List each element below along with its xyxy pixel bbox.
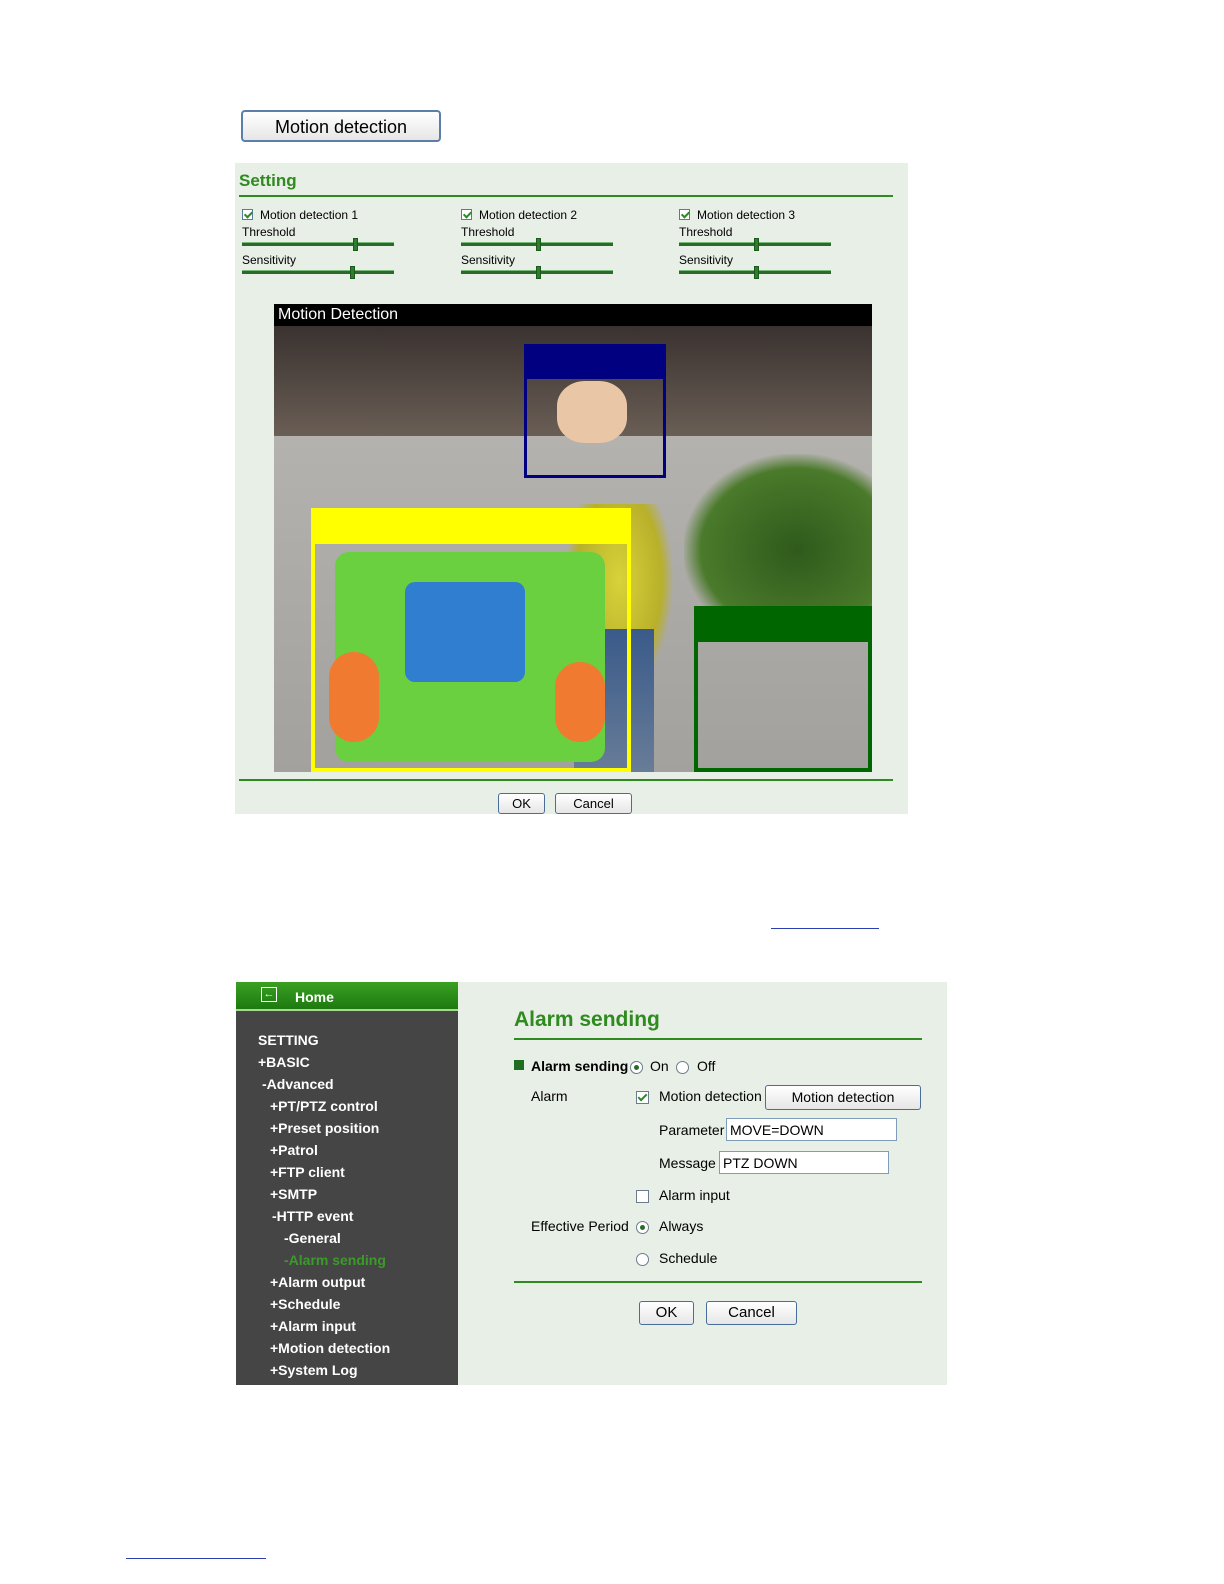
motion-detection-checkbox[interactable] xyxy=(636,1091,649,1104)
alarm-sending-panel: Alarm sending Alarm sending On Off Alarm… xyxy=(458,982,947,1385)
alarm-input-checkbox[interactable] xyxy=(636,1190,649,1203)
page-title: Alarm sending xyxy=(514,1008,660,1031)
scene-wheel xyxy=(555,662,605,742)
motion-region-3[interactable] xyxy=(694,606,872,772)
alarm-label: Alarm xyxy=(531,1088,568,1104)
sidebar-item-basic[interactable]: +BASIC xyxy=(258,1054,310,1070)
slider-thumb[interactable] xyxy=(536,238,541,251)
threshold-label: Threshold xyxy=(242,225,296,239)
parameter-input[interactable] xyxy=(726,1118,897,1141)
sidebar-item-alarm-output[interactable]: +Alarm output xyxy=(270,1274,365,1290)
region-3-header[interactable] xyxy=(695,607,871,642)
sidebar-item-setting: SETTING xyxy=(258,1032,319,1048)
alarm-off-label: Off xyxy=(697,1058,716,1074)
motion-detection-3-group: Motion detection 3 Threshold Sensitivity xyxy=(677,207,837,287)
motion-detection-2-label: Motion detection 2 xyxy=(479,208,578,222)
motion-region-2[interactable] xyxy=(524,344,666,478)
sensitivity-label: Sensitivity xyxy=(242,253,297,267)
motion-region-1[interactable] xyxy=(311,508,631,772)
scene-wheel xyxy=(329,652,379,742)
slider-thumb[interactable] xyxy=(353,238,358,251)
alarm-input-label: Alarm input xyxy=(659,1187,730,1203)
effective-period-label: Effective Period xyxy=(531,1218,629,1234)
always-radio[interactable] xyxy=(636,1221,649,1234)
sidebar-item-smtp[interactable]: +SMTP xyxy=(270,1186,317,1202)
sidebar-item-pt-ptz-control[interactable]: +PT/PTZ control xyxy=(270,1098,378,1114)
scene-toy-panel xyxy=(405,582,525,682)
slider-thumb[interactable] xyxy=(754,238,759,251)
setting-title: Setting xyxy=(239,171,297,190)
cancel-button[interactable]: Cancel xyxy=(555,793,632,814)
sensitivity-label: Sensitivity xyxy=(461,253,516,267)
motion-detection-3-checkbox[interactable] xyxy=(679,209,690,220)
schedule-radio[interactable] xyxy=(636,1253,649,1266)
cancel-button[interactable]: Cancel xyxy=(706,1301,797,1325)
slider-thumb[interactable] xyxy=(350,266,355,279)
sidebar-item-preset-position[interactable]: +Preset position xyxy=(270,1120,379,1136)
alarm-on-radio[interactable] xyxy=(630,1061,643,1074)
divider xyxy=(239,779,893,781)
sidebar-item-advanced[interactable]: -Advanced xyxy=(262,1076,334,1092)
sensitivity-slider-3[interactable] xyxy=(679,266,831,279)
alarm-on-label: On xyxy=(650,1058,669,1074)
region-2-header[interactable] xyxy=(524,344,666,379)
sidebar-item-ftp-client[interactable]: +FTP client xyxy=(270,1164,345,1180)
sidebar-item-schedule[interactable]: +Schedule xyxy=(270,1296,340,1312)
divider xyxy=(239,195,893,197)
threshold-slider-3[interactable] xyxy=(679,238,831,251)
threshold-slider-2[interactable] xyxy=(461,238,613,251)
threshold-label: Threshold xyxy=(461,225,515,239)
message-label: Message xyxy=(659,1155,716,1171)
slider-thumb[interactable] xyxy=(754,266,759,279)
bullet-square-icon xyxy=(514,1060,524,1070)
always-label: Always xyxy=(659,1218,704,1234)
region-1-header[interactable] xyxy=(312,509,630,544)
motion-detection-video: Motion Detection xyxy=(274,304,872,772)
settings-sidebar: ← Home SETTING +BASIC -Advanced +PT/PTZ … xyxy=(236,982,458,1385)
sensitivity-slider-1[interactable] xyxy=(242,266,394,279)
alarm-off-radio[interactable] xyxy=(676,1061,689,1074)
sidebar-item-patrol[interactable]: +Patrol xyxy=(270,1142,318,1158)
back-arrow-icon[interactable]: ← xyxy=(261,987,277,1002)
hyperlink-underline[interactable] xyxy=(771,928,879,929)
sidebar-item-general[interactable]: -General xyxy=(284,1230,341,1246)
ok-button[interactable]: OK xyxy=(639,1301,694,1325)
motion-detection-settings-button[interactable]: Motion detection xyxy=(765,1085,921,1110)
parameter-label: Parameter xyxy=(659,1122,725,1138)
sidebar-item-alarm-input[interactable]: +Alarm input xyxy=(270,1318,356,1334)
motion-detection-1-checkbox[interactable] xyxy=(242,209,253,220)
motion-detection-button[interactable]: Motion detection xyxy=(241,110,441,142)
ok-button[interactable]: OK xyxy=(498,793,545,814)
motion-detection-2-group: Motion detection 2 Threshold Sensitivity xyxy=(459,207,619,287)
sidebar-item-motion-detection[interactable]: +Motion detection xyxy=(270,1340,390,1356)
schedule-label: Schedule xyxy=(659,1250,718,1266)
sensitivity-slider-2[interactable] xyxy=(461,266,613,279)
home-link[interactable]: Home xyxy=(295,989,334,1005)
threshold-label: Threshold xyxy=(679,225,733,239)
sidebar-item-http-event[interactable]: -HTTP event xyxy=(272,1208,353,1224)
alarm-sending-label: Alarm sending xyxy=(531,1058,629,1074)
video-title: Motion Detection xyxy=(274,304,872,326)
sensitivity-label: Sensitivity xyxy=(679,253,734,267)
scene-child-face xyxy=(557,381,627,443)
threshold-slider-1[interactable] xyxy=(242,238,394,251)
motion-detection-label: Motion detection xyxy=(659,1088,762,1104)
scene-plants xyxy=(684,454,872,614)
hyperlink-underline[interactable] xyxy=(126,1558,266,1559)
motion-detection-1-group: Motion detection 1 Threshold Sensitivity xyxy=(240,207,400,287)
motion-setting-panel: Setting Motion detection 1 Threshold Sen… xyxy=(235,163,908,814)
sidebar-item-system-log[interactable]: +System Log xyxy=(270,1362,358,1378)
motion-detection-2-checkbox[interactable] xyxy=(461,209,472,220)
home-bar[interactable]: ← Home xyxy=(236,982,458,1011)
slider-thumb[interactable] xyxy=(536,266,541,279)
message-input[interactable] xyxy=(719,1151,889,1174)
sidebar-item-alarm-sending[interactable]: -Alarm sending xyxy=(284,1252,386,1268)
divider xyxy=(514,1038,922,1040)
motion-detection-3-label: Motion detection 3 xyxy=(697,208,796,222)
divider xyxy=(514,1281,922,1283)
motion-detection-1-label: Motion detection 1 xyxy=(260,208,359,222)
